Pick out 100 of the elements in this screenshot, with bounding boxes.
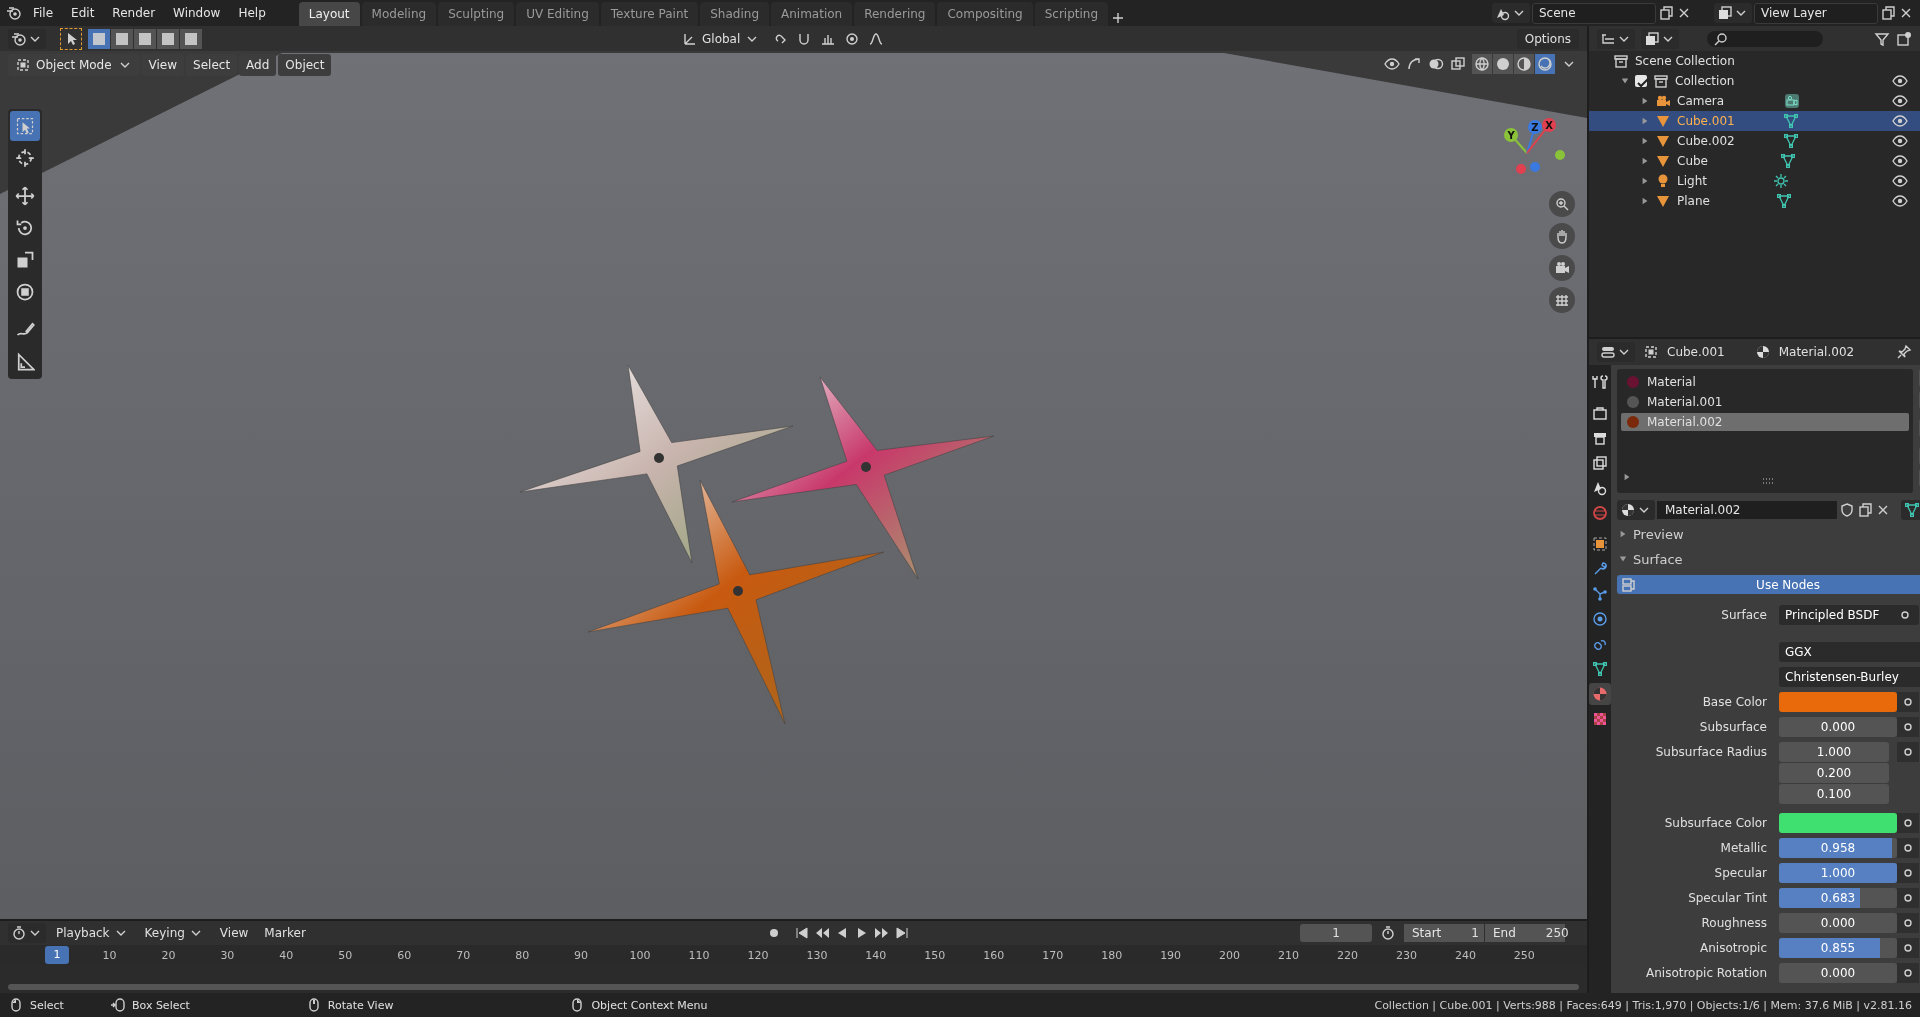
shading-mode-button[interactable]	[1493, 54, 1513, 74]
filter-mode-dropdown[interactable]	[1641, 28, 1679, 49]
tree-row[interactable]: Cube	[1589, 151, 1920, 171]
workspace-tab[interactable]: Scripting	[1034, 2, 1109, 26]
menu-item[interactable]: Edit	[64, 3, 102, 23]
gizmo-icon[interactable]	[1406, 56, 1422, 72]
menu-item[interactable]: Keying	[138, 923, 210, 943]
axis-gizmo[interactable]	[1504, 118, 1565, 174]
jump-end-icon[interactable]	[893, 925, 910, 941]
socket-button[interactable]	[1897, 717, 1919, 737]
tree-row[interactable]: Cube.002	[1589, 131, 1920, 151]
material-slot[interactable]: Material.002	[1621, 413, 1909, 431]
socket-button[interactable]	[1897, 813, 1919, 833]
panel-header[interactable]: Preview	[1617, 523, 1920, 545]
editor-type-dropdown[interactable]	[1597, 342, 1635, 362]
stopwatch-icon[interactable]	[1380, 925, 1396, 941]
checkbox[interactable]	[1635, 75, 1647, 87]
menu-item[interactable]: Render	[105, 3, 163, 23]
menu-item[interactable]: Add	[239, 54, 277, 76]
menu-item[interactable]: View	[213, 924, 255, 942]
scrollbar[interactable]	[8, 984, 1579, 990]
number-field[interactable]: 0.100	[1779, 784, 1889, 804]
search-field[interactable]	[1707, 30, 1823, 47]
dropdown[interactable]: GGX	[1779, 642, 1920, 662]
socket-button[interactable]	[1897, 692, 1919, 712]
copy-icon[interactable]	[1857, 502, 1873, 518]
pin-icon[interactable]	[1896, 344, 1912, 360]
menu-item[interactable]: Help	[231, 3, 273, 23]
slider-field[interactable]: 0.683	[1779, 888, 1897, 908]
view-layer-field[interactable]: View Layer	[1754, 2, 1878, 24]
number-field[interactable]: 0.200	[1779, 763, 1889, 783]
eye-icon[interactable]	[1892, 113, 1908, 129]
slider-field[interactable]: 0.000	[1779, 963, 1897, 983]
eye-icon[interactable]	[1892, 133, 1908, 149]
disclosure-triangle-icon[interactable]	[1641, 197, 1649, 205]
tree-item[interactable]: Scene Collection	[1635, 54, 1908, 68]
shading-mode-button[interactable]	[1514, 54, 1534, 74]
filter-icon[interactable]	[1874, 30, 1890, 47]
number-field[interactable]: 1.000	[1779, 742, 1889, 762]
color-swatch[interactable]	[1779, 692, 1897, 712]
disclosure-triangle-icon[interactable]	[1621, 77, 1629, 85]
layers-dropdown[interactable]	[1714, 3, 1752, 23]
tree-row[interactable]: Collection	[1589, 71, 1920, 91]
workspace-tab[interactable]: Modeling	[361, 2, 437, 26]
socket-button[interactable]	[1897, 863, 1919, 883]
scene-name-field[interactable]: Scene	[1532, 2, 1656, 24]
select-mode-button[interactable]	[111, 28, 133, 49]
workspace-tab[interactable]: UV Editing	[516, 2, 599, 26]
disclosure-triangle-icon[interactable]	[1641, 157, 1649, 165]
copy-icon[interactable]	[1880, 5, 1896, 21]
orientation-dropdown[interactable]: Global	[678, 28, 765, 49]
material-slot[interactable]: Material	[1621, 373, 1909, 391]
disclosure-triangle-icon[interactable]	[1641, 117, 1649, 125]
eye-icon[interactable]	[1892, 193, 1908, 209]
slider-field[interactable]: 0.958	[1779, 838, 1897, 858]
start-frame-field[interactable]: Start 1	[1404, 924, 1484, 942]
menu-item[interactable]: File	[26, 3, 61, 23]
socket-button[interactable]	[1897, 838, 1919, 858]
dropdown[interactable]: Christensen-Burley	[1779, 667, 1920, 687]
editor-type-dropdown[interactable]	[8, 28, 46, 49]
active-tool-button[interactable]	[60, 27, 82, 50]
socket-button[interactable]	[1897, 913, 1919, 933]
proportional-icon[interactable]	[844, 30, 861, 47]
disclosure-triangle-icon[interactable]	[1641, 97, 1649, 105]
workspace-tab[interactable]: Sculpting	[438, 2, 515, 26]
next-keyframe-icon[interactable]	[873, 925, 890, 941]
socket-button[interactable]	[1897, 938, 1919, 958]
eye-icon[interactable]	[1892, 73, 1908, 89]
scene-dropdown[interactable]	[1492, 3, 1530, 23]
material-name-field[interactable]: Material.002	[1657, 501, 1837, 519]
workspace-tab[interactable]: Texture Paint	[600, 2, 699, 26]
menu-item[interactable]: Playback	[50, 923, 135, 943]
eye-icon[interactable]	[1892, 153, 1908, 169]
slider-field[interactable]: 0.000	[1779, 717, 1897, 737]
editor-type-dropdown[interactable]	[8, 923, 46, 943]
tree-row[interactable]: Light	[1589, 171, 1920, 191]
display-mode-dropdown[interactable]	[1597, 28, 1635, 49]
tree-row[interactable]: Camera	[1589, 91, 1920, 111]
workspace-tab[interactable]: Shading	[700, 2, 769, 26]
new-collection-icon[interactable]	[1896, 30, 1912, 47]
falloff-icon[interactable]	[868, 30, 885, 47]
panel-header[interactable]: Surface	[1617, 548, 1920, 570]
copy-icon[interactable]	[1658, 5, 1674, 21]
current-frame-field[interactable]: 1	[1300, 924, 1372, 942]
select-mode-button[interactable]	[157, 28, 179, 49]
menu-item[interactable]: Object	[278, 54, 332, 76]
select-mode-button[interactable]	[180, 28, 202, 49]
current-frame-marker[interactable]: 1	[45, 946, 69, 964]
slider-field[interactable]: 0.000	[1779, 913, 1897, 933]
socket-button[interactable]	[1897, 888, 1919, 908]
overlay-icon[interactable]	[1428, 56, 1444, 72]
workspace-tab[interactable]: Layout	[298, 2, 360, 26]
select-mode-button[interactable]	[88, 28, 110, 49]
slider-field[interactable]: 0.855	[1779, 938, 1897, 958]
disclosure-triangle-icon[interactable]	[1641, 137, 1649, 145]
eye-icon[interactable]	[1892, 173, 1908, 189]
color-swatch[interactable]	[1779, 813, 1897, 833]
shading-mode-button[interactable]	[1535, 54, 1555, 74]
disclosure-triangle-icon[interactable]	[1641, 177, 1649, 185]
browse-material-dropdown[interactable]	[1617, 500, 1655, 520]
